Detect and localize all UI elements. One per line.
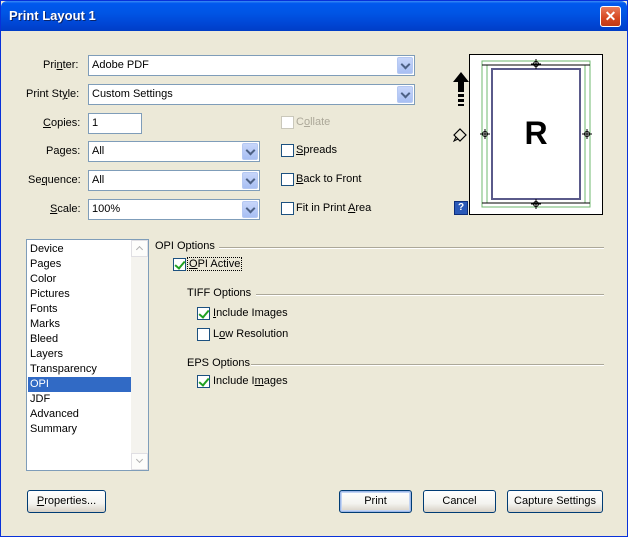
- opi-options-title: OPI Options: [155, 240, 215, 252]
- tiff-options-divider: [256, 294, 604, 296]
- back-to-front-label: Back to Front: [296, 173, 362, 185]
- sidebar-item-jdf[interactable]: JDF: [28, 392, 131, 407]
- scale-label: Scale:: [50, 203, 81, 215]
- copies-value: 1: [92, 117, 99, 129]
- pages-value: All: [92, 145, 105, 157]
- capture-settings-button[interactable]: Capture Settings: [507, 490, 603, 513]
- sequence-label: Sequence:: [28, 174, 81, 186]
- fit-in-print-area-label: Fit in Print Area: [296, 202, 372, 214]
- tiff-include-images-label: Include Images: [213, 307, 288, 319]
- sidebar-item-summary[interactable]: Summary: [28, 422, 131, 437]
- sidebar-item-pages[interactable]: Pages: [28, 257, 131, 272]
- tiff-low-resolution-checkbox[interactable]: [197, 328, 210, 341]
- collate-checkbox[interactable]: [281, 116, 294, 129]
- sequence-select[interactable]: All: [88, 170, 260, 191]
- collate-label: Collate: [296, 116, 331, 128]
- print-style-select[interactable]: Custom Settings: [88, 84, 415, 105]
- print-layout-dialog: Print Layout 1 ✕ Printer: Adobe PDF Prin…: [0, 0, 628, 537]
- chevron-down-icon[interactable]: [242, 172, 258, 189]
- sequence-value: All: [92, 174, 105, 186]
- tiff-low-resolution-label: Low Resolution: [213, 328, 289, 340]
- copies-input[interactable]: 1: [88, 113, 142, 134]
- hand-tool-icon[interactable]: [451, 126, 469, 144]
- print-style-value: Custom Settings: [92, 88, 173, 100]
- title-bar[interactable]: Print Layout 1 ✕: [1, 1, 627, 31]
- dialog-body: Printer: Adobe PDF Print Style: Custom S…: [4, 31, 624, 535]
- sidebar-item-bleed[interactable]: Bleed: [28, 332, 131, 347]
- scale-value: 100%: [92, 203, 121, 215]
- print-style-label: Print Style:: [26, 88, 80, 100]
- sidebar-item-pictures[interactable]: Pictures: [28, 287, 131, 302]
- tiff-include-images-checkbox[interactable]: [197, 307, 210, 320]
- preview-letter: R: [524, 115, 547, 151]
- list-scrollbar[interactable]: [131, 240, 148, 470]
- feed-direction-arrow-icon: [453, 72, 469, 106]
- scale-select[interactable]: 100%: [88, 199, 260, 220]
- pages-select[interactable]: All: [88, 141, 260, 162]
- sidebar-item-transparency[interactable]: Transparency: [28, 362, 131, 377]
- sidebar-item-advanced[interactable]: Advanced: [28, 407, 131, 422]
- chevron-down-icon[interactable]: [242, 143, 258, 160]
- page-preview-drawing: R: [480, 59, 592, 209]
- fit-in-print-area-checkbox[interactable]: [281, 202, 294, 215]
- sidebar-item-device[interactable]: Device: [28, 242, 131, 257]
- close-button[interactable]: ✕: [600, 6, 621, 27]
- eps-options-divider: [251, 364, 604, 366]
- spreads-label: Spreads: [296, 144, 337, 156]
- printer-select[interactable]: Adobe PDF: [88, 55, 415, 76]
- printer-label: Printer:: [43, 59, 79, 71]
- sidebar-item-layers[interactable]: Layers: [28, 347, 131, 362]
- sidebar-item-fonts[interactable]: Fonts: [28, 302, 131, 317]
- cancel-button[interactable]: Cancel: [423, 490, 496, 513]
- printer-value: Adobe PDF: [92, 59, 149, 71]
- properties-button[interactable]: Properties...: [27, 490, 106, 513]
- chevron-down-icon[interactable]: [397, 86, 413, 103]
- spreads-checkbox[interactable]: [281, 144, 294, 157]
- print-button[interactable]: Print: [339, 490, 412, 513]
- page-preview: R: [469, 54, 603, 215]
- pages-label: Pages:: [46, 145, 81, 157]
- back-to-front-checkbox[interactable]: [281, 173, 294, 186]
- copies-label: Copies:: [43, 117, 81, 129]
- scroll-down-arrow-icon[interactable]: [131, 453, 148, 470]
- eps-include-images-checkbox[interactable]: [197, 375, 210, 388]
- chevron-down-icon[interactable]: [242, 201, 258, 218]
- eps-include-images-label: Include Images: [213, 375, 288, 387]
- tiff-options-title: TIFF Options: [187, 287, 252, 299]
- sidebar-item-color[interactable]: Color: [28, 272, 131, 287]
- settings-category-list[interactable]: Device Pages Color Pictures Fonts Marks Bleed L…: [26, 239, 149, 471]
- window-title: Print Layout 1: [9, 8, 96, 23]
- help-icon[interactable]: ?: [454, 201, 468, 215]
- opi-options-divider: [219, 247, 604, 249]
- eps-options-title: EPS Options: [187, 357, 250, 369]
- scroll-up-arrow-icon[interactable]: [131, 240, 148, 257]
- opi-active-checkbox[interactable]: [173, 258, 186, 271]
- sidebar-item-opi[interactable]: OPI: [28, 377, 131, 392]
- chevron-down-icon[interactable]: [397, 57, 413, 74]
- opi-active-label: OPI Active: [186, 257, 243, 271]
- sidebar-item-marks[interactable]: Marks: [28, 317, 131, 332]
